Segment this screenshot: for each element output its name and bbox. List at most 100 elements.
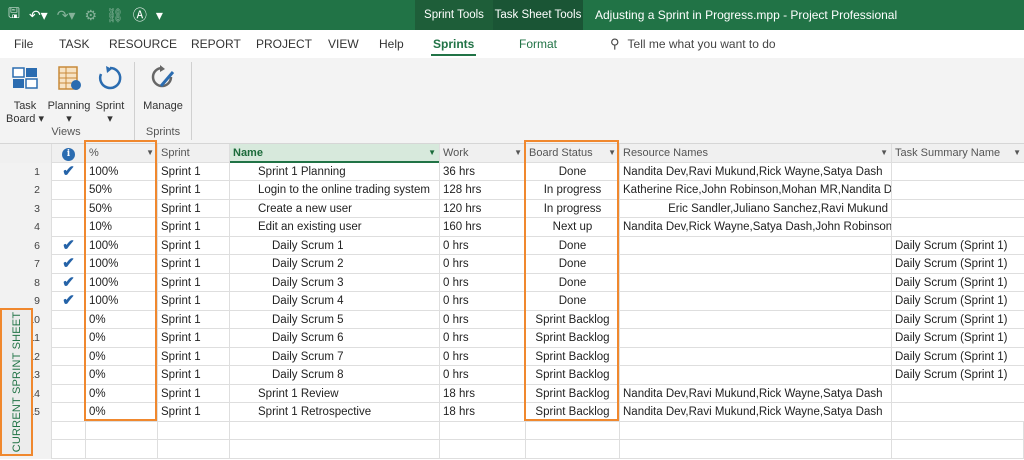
context-tab-task-sheet-tools[interactable]: Task Sheet Tools (493, 0, 583, 30)
indicator-cell[interactable]: ✔ (52, 236, 86, 255)
board-status-cell[interactable]: Sprint Backlog (526, 403, 620, 422)
column-header-resource-names[interactable]: Resource Names ▼ (620, 144, 892, 163)
empty-cell[interactable] (86, 440, 158, 459)
sprint-button[interactable]: Sprint ▾ (92, 62, 128, 126)
table-row[interactable]: 8 ✔ 100% Sprint 1 Daily Scrum 30 hrs Done Dail… (0, 273, 1024, 292)
task-name-cell[interactable]: Daily Scrum 5 (230, 310, 440, 329)
table-row[interactable]: 9 ✔ 100% Sprint 1 Daily Scrum 40 hrs Done Dail… (0, 292, 1024, 311)
sprint-cell[interactable]: Sprint 1 (158, 347, 230, 366)
task-name-cell[interactable]: Login to the online trading system (230, 181, 440, 200)
task-summary-cell[interactable] (892, 181, 1024, 200)
board-status-cell[interactable]: Done (526, 255, 620, 274)
board-status-cell[interactable]: In progress (526, 199, 620, 218)
indicator-cell[interactable]: ✔ (52, 255, 86, 274)
tell-me-search[interactable]: ⚲ Tell me what you want to do (610, 30, 776, 58)
empty-cell[interactable] (86, 421, 158, 440)
table-row[interactable]: 11 0% Sprint 1 Daily Scrum 60 hrs Sprint Bac… (0, 329, 1024, 348)
tab-resource[interactable]: RESOURCE (109, 30, 177, 58)
tab-format[interactable]: Format (519, 30, 557, 58)
empty-cell[interactable] (620, 421, 892, 440)
row-number[interactable]: 3 (0, 199, 52, 218)
column-header-task-summary-name[interactable]: Task Summary Name ▼ (892, 144, 1024, 163)
sprint-cell[interactable]: Sprint 1 (158, 384, 230, 403)
table-row[interactable]: 10 0% Sprint 1 Daily Scrum 50 hrs Sprint Bac… (0, 310, 1024, 329)
table-row[interactable]: 14 0% Sprint 1 Sprint 1 Review 18 hrs Sprint … (0, 384, 1024, 404)
task-name-cell[interactable]: Daily Scrum 1 (230, 236, 440, 255)
pct-complete-cell[interactable]: 100% (86, 273, 158, 292)
work-cell[interactable]: 36 hrs (440, 162, 526, 181)
empty-cell[interactable] (526, 421, 620, 440)
sprint-cell[interactable]: Sprint 1 (158, 366, 230, 385)
empty-cell[interactable] (892, 440, 1024, 459)
table-row[interactable]: 4 10% Sprint 1 Edit an existing user 160 hrs… (0, 218, 1024, 237)
tab-view[interactable]: VIEW (328, 30, 359, 58)
work-cell[interactable]: 128 hrs (440, 181, 526, 200)
redo-icon[interactable]: ↷▾ (57, 7, 76, 24)
resource-names-cell[interactable] (620, 310, 892, 329)
sprint-cell[interactable]: Sprint 1 (158, 403, 230, 422)
empty-cell[interactable] (158, 440, 230, 459)
tab-project[interactable]: PROJECT (256, 30, 312, 58)
empty-cell[interactable] (526, 440, 620, 459)
empty-cell[interactable] (230, 440, 440, 459)
task-name-cell[interactable]: Sprint 1 Retrospective (230, 403, 440, 422)
resource-names-cell[interactable] (620, 292, 892, 311)
edit-icon[interactable]: Ⓐ (133, 5, 147, 25)
work-cell[interactable]: 0 hrs (440, 292, 526, 311)
indicator-cell[interactable] (52, 403, 86, 422)
work-cell[interactable]: 0 hrs (440, 347, 526, 366)
row-number[interactable]: 2 (0, 181, 52, 200)
resource-names-cell[interactable] (620, 347, 892, 366)
task-name-cell[interactable]: Daily Scrum 4 (230, 292, 440, 311)
board-status-cell[interactable]: Sprint Backlog (526, 347, 620, 366)
resource-names-cell[interactable] (620, 366, 892, 385)
pct-complete-cell[interactable]: 0% (86, 403, 158, 422)
indicator-cell[interactable] (52, 347, 86, 366)
empty-row[interactable] (0, 440, 1024, 459)
indicator-cell[interactable]: ✔ (52, 162, 86, 181)
resource-names-cell[interactable]: Eric Sandler,Juliano Sanchez,Ravi Mukund (620, 199, 892, 218)
empty-cell[interactable] (440, 440, 526, 459)
save-icon[interactable]: 🖫 (8, 3, 20, 27)
work-cell[interactable]: 0 hrs (440, 366, 526, 385)
task-summary-cell[interactable] (892, 385, 1024, 404)
pct-complete-cell[interactable]: 0% (86, 384, 158, 403)
row-number[interactable]: 7 (0, 255, 52, 274)
table-row[interactable]: 13 0% Sprint 1 Daily Scrum 80 hrs Sprint Bac… (0, 366, 1024, 385)
resource-names-cell[interactable]: Nandita Dev,Ravi Mukund,Rick Wayne,Satya… (620, 162, 892, 181)
task-board-button[interactable]: Task Board ▾ (6, 62, 44, 126)
tab-task[interactable]: TASK (59, 30, 89, 58)
row-number[interactable]: 8 (0, 273, 52, 292)
manage-button[interactable]: Manage (140, 62, 186, 113)
task-name-cell[interactable]: Sprint 1 Review (230, 384, 440, 403)
table-row[interactable]: 15 0% Sprint 1 Sprint 1 Retrospective 18 hrs… (0, 403, 1024, 422)
resource-names-cell[interactable]: Nandita Dev,Ravi Mukund,Rick Wayne,Satya… (620, 403, 892, 422)
pct-complete-cell[interactable]: 10% (86, 218, 158, 237)
task-name-cell[interactable]: Daily Scrum 8 (230, 366, 440, 385)
context-tab-sprint-tools[interactable]: Sprint Tools (415, 0, 493, 30)
indicator-cell[interactable] (52, 199, 86, 218)
sprint-cell[interactable]: Sprint 1 (158, 292, 230, 311)
column-header-work[interactable]: Work ▼ (440, 144, 526, 163)
undo-icon[interactable]: ↶▾ (29, 7, 48, 24)
pct-complete-cell[interactable]: 0% (86, 310, 158, 329)
task-summary-cell[interactable] (892, 218, 1024, 237)
resource-names-cell[interactable]: Nandita Dev,Ravi Mukund,Rick Wayne,Satya… (620, 384, 892, 403)
empty-cell[interactable] (892, 421, 1024, 440)
work-cell[interactable]: 120 hrs (440, 199, 526, 218)
pct-complete-cell[interactable]: 100% (86, 292, 158, 311)
task-summary-cell[interactable] (892, 403, 1024, 422)
indicator-cell[interactable] (52, 310, 86, 329)
empty-cell[interactable] (52, 421, 86, 440)
row-number[interactable]: 4 (0, 218, 52, 237)
tab-help[interactable]: Help (379, 30, 404, 58)
indicator-cell[interactable] (52, 329, 86, 348)
task-summary-cell[interactable]: Daily Scrum (Sprint 1) (892, 366, 1024, 385)
task-summary-cell[interactable] (892, 200, 1024, 219)
resource-names-cell[interactable]: Nandita Dev,Rick Wayne,Satya Dash,John R… (620, 218, 892, 237)
work-cell[interactable]: 0 hrs (440, 236, 526, 255)
tab-report[interactable]: REPORT (191, 30, 241, 58)
table-row[interactable]: 12 0% Sprint 1 Daily Scrum 70 hrs Sprint Bac… (0, 347, 1024, 366)
empty-cell[interactable] (158, 421, 230, 440)
pct-complete-cell[interactable]: 0% (86, 329, 158, 348)
